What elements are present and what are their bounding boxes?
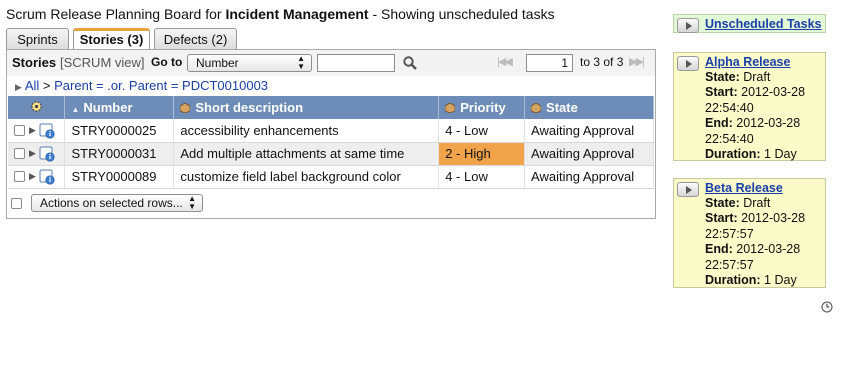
- tab-defects[interactable]: Defects (2): [154, 28, 237, 50]
- row-state[interactable]: Awaiting Approval: [524, 165, 654, 189]
- row-number[interactable]: STRY0000025: [64, 119, 175, 143]
- breadcrumb-expand-icon[interactable]: ▶: [15, 82, 22, 92]
- record-info-icon[interactable]: [39, 169, 55, 185]
- row-description[interactable]: accessibility enhancements: [173, 119, 440, 143]
- select-arrows-icon: ▲ ▼: [188, 194, 196, 211]
- row-expand-icon[interactable]: ▶: [29, 125, 36, 136]
- alpha-release-card[interactable]: Alpha Release State: Draft Start: 2012-0…: [673, 52, 826, 161]
- beta-release-card[interactable]: Beta Release State: Draft Start: 2012-03…: [673, 178, 826, 288]
- row-expand-icon[interactable]: ▶: [29, 148, 36, 159]
- beta-release-link[interactable]: Beta Release: [705, 181, 783, 195]
- page-title-prefix: Scrum Release Planning Board for: [6, 6, 222, 22]
- row-priority[interactable]: 2 - High: [438, 142, 526, 166]
- row-controls: ▶: [8, 119, 66, 143]
- goto-field-value: Number: [196, 56, 239, 70]
- table-row[interactable]: ▶ STRY0000089 customize field label back…: [8, 165, 654, 189]
- sort-ascending-icon: ▲: [71, 105, 80, 114]
- alpha-release-link[interactable]: Alpha Release: [705, 55, 790, 69]
- row-description[interactable]: customize field label background color: [173, 165, 440, 189]
- row-state[interactable]: Awaiting Approval: [524, 119, 654, 143]
- column-menu-icon[interactable]: [180, 103, 191, 113]
- table-row[interactable]: ▶ STRY0000031 Add multiple attachments a…: [8, 142, 654, 166]
- column-header-description[interactable]: Short description: [173, 96, 440, 119]
- page-range-text: to 3 of 3: [580, 55, 624, 69]
- play-icon[interactable]: [677, 182, 699, 197]
- list-toolbar: Stories [SCRUM view] Go to Number ▲ ▼ |◀◀…: [7, 50, 655, 76]
- page-title-product: Incident Management: [225, 6, 369, 22]
- row-number[interactable]: STRY0000089: [64, 165, 175, 189]
- breadcrumb: ▶ All > Parent = .or. Parent = PDCT00100…: [15, 78, 268, 93]
- column-settings-header[interactable]: [8, 96, 66, 119]
- column-menu-icon[interactable]: [531, 103, 542, 113]
- breadcrumb-separator: >: [42, 78, 51, 93]
- column-header-state[interactable]: State: [524, 96, 654, 119]
- breadcrumb-all-link[interactable]: All: [25, 78, 39, 93]
- record-info-icon[interactable]: [39, 123, 55, 139]
- row-checkbox[interactable]: [14, 125, 25, 137]
- goto-field-select[interactable]: Number ▲ ▼: [187, 54, 312, 72]
- pager-next-last-icon[interactable]: ▶▶|: [629, 55, 645, 68]
- gear-icon[interactable]: [30, 100, 43, 113]
- record-info-icon[interactable]: [39, 146, 55, 162]
- pager-first-prev-icon[interactable]: |◀◀: [497, 55, 513, 68]
- select-all-checkbox[interactable]: [11, 198, 22, 209]
- page-number-input[interactable]: 1: [526, 54, 573, 72]
- search-icon[interactable]: [402, 55, 418, 71]
- stories-panel: Stories [SCRUM view] Go to Number ▲ ▼ |◀◀…: [6, 49, 656, 219]
- column-header-priority[interactable]: Priority: [438, 96, 526, 119]
- row-checkbox[interactable]: [14, 171, 25, 183]
- row-priority[interactable]: 4 - Low: [438, 119, 526, 143]
- row-description[interactable]: Add multiple attachments at same time: [173, 142, 440, 166]
- alpha-release-details: State: Draft Start: 2012-03-28 22:54:40 …: [705, 70, 806, 162]
- tab-sprints[interactable]: Sprints: [6, 28, 69, 50]
- row-number[interactable]: STRY0000031: [64, 142, 175, 166]
- page-title-suffix: - Showing unscheduled tasks: [372, 6, 555, 22]
- row-priority[interactable]: 4 - Low: [438, 165, 526, 189]
- tab-bar: Sprints Stories (3) Defects (2): [6, 28, 656, 51]
- actions-select-value: Actions on selected rows...: [40, 196, 183, 210]
- row-checkbox[interactable]: [14, 148, 25, 160]
- column-header-number[interactable]: ▲ Number: [64, 96, 175, 119]
- clock-icon[interactable]: [821, 301, 833, 313]
- list-title: Stories: [12, 55, 57, 70]
- row-state[interactable]: Awaiting Approval: [524, 142, 654, 166]
- column-menu-icon[interactable]: [445, 103, 456, 113]
- row-controls: ▶: [8, 142, 66, 166]
- list-view-label: [SCRUM view]: [60, 55, 145, 70]
- goto-label: Go to: [151, 55, 183, 69]
- row-expand-icon[interactable]: ▶: [29, 171, 36, 182]
- play-icon[interactable]: [677, 18, 699, 33]
- stories-table: ▲ Number Short description Priority State…: [8, 96, 654, 189]
- unscheduled-tasks-card[interactable]: Unscheduled Tasks: [673, 14, 826, 33]
- breadcrumb-filter-link[interactable]: Parent = .or. Parent = PDCT0010003: [54, 78, 268, 93]
- actions-select[interactable]: Actions on selected rows... ▲ ▼: [31, 194, 203, 212]
- beta-release-details: State: Draft Start: 2012-03-28 22:57:57 …: [705, 196, 806, 288]
- table-row[interactable]: ▶ STRY0000025 accessibility enhancements…: [8, 119, 654, 143]
- unscheduled-tasks-link[interactable]: Unscheduled Tasks: [705, 17, 821, 31]
- tab-stories[interactable]: Stories (3): [73, 28, 150, 51]
- play-icon[interactable]: [677, 56, 699, 71]
- page-title: Scrum Release Planning Board for Inciden…: [6, 6, 555, 22]
- select-arrows-icon: ▲ ▼: [297, 54, 305, 71]
- row-controls: ▶: [8, 165, 66, 189]
- search-input[interactable]: [317, 54, 395, 72]
